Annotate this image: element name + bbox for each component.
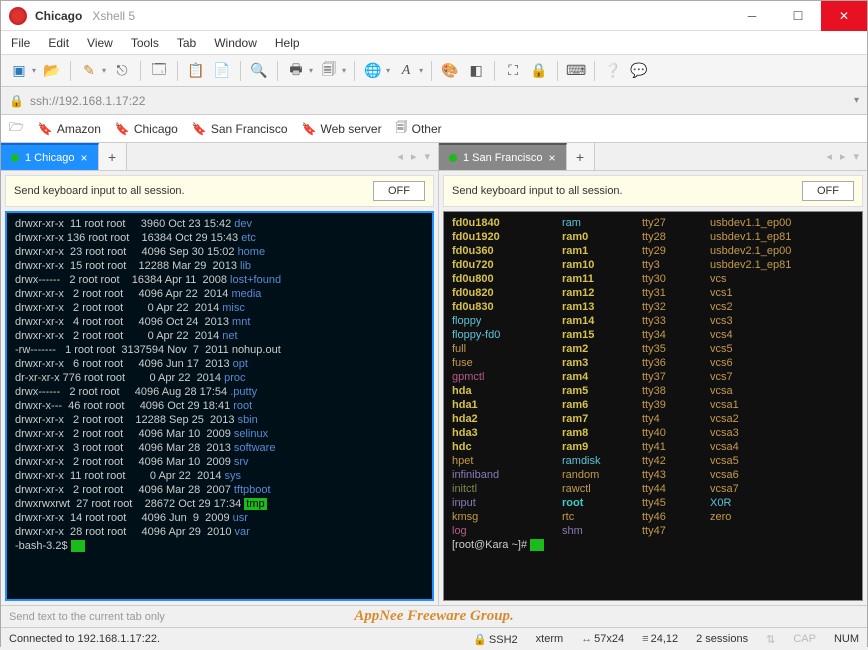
pane-left: 1 Chicago × + ◂ ▸ ▾ Send keyboard input to… <box>1 143 439 605</box>
tab-next-icon[interactable]: ▸ <box>411 150 417 163</box>
paste-icon[interactable]: 📄 <box>212 61 232 81</box>
help-icon[interactable]: ❔ <box>603 61 623 81</box>
status-num: NUM <box>834 633 859 645</box>
reconnect-icon[interactable]: ✎ <box>79 61 99 81</box>
bookmark-amazon[interactable]: 🔖Amazon <box>38 122 101 136</box>
window-subtitle: Xshell 5 <box>92 9 135 23</box>
status-cursor-pos: ≡24,12 <box>642 633 678 645</box>
size-icon: ↔ <box>581 633 592 645</box>
lock-status-icon: 🔒 <box>473 634 487 646</box>
kb-off-button[interactable]: OFF <box>802 181 854 201</box>
tab-san-francisco[interactable]: 1 San Francisco × <box>439 143 567 170</box>
status-protocol: 🔒SSH2 <box>473 633 517 646</box>
copy-icon[interactable]: 📋 <box>186 61 206 81</box>
keyboard-broadcast-bar: Send keyboard input to all session. OFF <box>5 175 434 207</box>
menu-edit[interactable]: Edit <box>48 36 69 50</box>
menu-tab[interactable]: Tab <box>177 36 196 50</box>
toolbar: ▣▾ 📂 ✎▾ ⎋ 🗔 📋 📄 🔍 🖶▾ 🗐▾ 🌐▾ A▾ 🎨 ◧ ⛶ 🔒 ⌨ … <box>1 55 867 87</box>
tab-menu-icon[interactable]: ▾ <box>424 150 430 163</box>
bookmark-san-francisco[interactable]: 🔖San Francisco <box>192 122 288 136</box>
panes-container: 1 Chicago × + ◂ ▸ ▾ Send keyboard input to… <box>1 143 867 605</box>
menu-file[interactable]: File <box>11 36 30 50</box>
globe-icon[interactable]: 🌐 <box>363 61 383 81</box>
cursor-icon: ≡ <box>642 633 648 645</box>
address-input[interactable]: ssh://192.168.1.17:22 <box>30 94 854 108</box>
titlebar: Chicago Xshell 5 ─ ☐ ✕ <box>1 1 867 31</box>
status-size: ↔57x24 <box>581 633 624 645</box>
chat-icon[interactable]: 💬 <box>629 61 649 81</box>
app-logo-icon <box>9 7 27 25</box>
status-connected: Connected to 192.168.1.17:22. <box>9 633 160 645</box>
lock-small-icon: 🔒 <box>9 94 24 108</box>
status-cap: CAP <box>793 633 816 645</box>
bookmark-web-server[interactable]: 🔖Web server <box>302 122 382 136</box>
address-dropdown-icon[interactable]: ▾ <box>854 95 859 106</box>
print-icon[interactable]: 🖶 <box>286 61 306 81</box>
lock-icon[interactable]: 🔒 <box>529 61 549 81</box>
tab-add-button[interactable]: + <box>567 143 595 170</box>
tab-label: 1 San Francisco <box>463 152 542 164</box>
tab-close-icon[interactable]: × <box>548 151 555 165</box>
pane-right: 1 San Francisco × + ◂ ▸ ▾ Send keyboard in… <box>439 143 867 605</box>
kb-text: Send keyboard input to all session. <box>14 185 185 197</box>
send-text-bar[interactable]: Send text to the current tab only AppNee… <box>1 605 867 627</box>
search-icon[interactable]: 🔍 <box>249 61 269 81</box>
fullscreen-icon[interactable]: ⛶ <box>503 61 523 81</box>
tab-next-icon[interactable]: ▸ <box>840 150 846 163</box>
transfer-icon[interactable]: 🗐 <box>319 61 339 81</box>
disconnect-icon[interactable]: ⎋ <box>112 61 132 81</box>
color-icon[interactable]: 🎨 <box>440 61 460 81</box>
kb-text: Send keyboard input to all session. <box>452 185 623 197</box>
tabs-left: 1 Chicago × + ◂ ▸ ▾ <box>1 143 438 171</box>
bookmark-other[interactable]: 🗐Other <box>396 118 442 139</box>
status-arrows-icon: ⇅ <box>766 633 775 646</box>
tab-prev-icon[interactable]: ◂ <box>397 150 403 163</box>
bookmarks-bar: 🗁 🔖Amazon 🔖Chicago 🔖San Francisco 🔖Web s… <box>1 115 867 143</box>
bookmarks-folder-icon[interactable]: 🗁 <box>9 118 24 139</box>
watermark-text: AppNee Freeware Group. <box>354 608 514 625</box>
minimize-button[interactable]: ─ <box>729 1 775 31</box>
tab-chicago[interactable]: 1 Chicago × <box>1 143 99 170</box>
send-text-placeholder: Send text to the current tab only <box>9 611 165 623</box>
menubar: File Edit View Tools Tab Window Help <box>1 31 867 55</box>
tab-label: 1 Chicago <box>25 152 75 164</box>
window-title: Chicago <box>35 9 82 23</box>
new-session-icon[interactable]: ▣ <box>9 61 29 81</box>
tab-menu-icon[interactable]: ▾ <box>853 150 859 163</box>
open-icon[interactable]: 📂 <box>42 61 62 81</box>
tab-prev-icon[interactable]: ◂ <box>826 150 832 163</box>
status-sessions: 2 sessions <box>696 633 748 645</box>
tab-add-button[interactable]: + <box>99 143 127 170</box>
address-bar: 🔒 ssh://192.168.1.17:22 ▾ <box>1 87 867 115</box>
status-term-type: xterm <box>536 633 564 645</box>
kb-off-button[interactable]: OFF <box>373 181 425 201</box>
keyboard-icon[interactable]: ⌨ <box>566 61 586 81</box>
close-button[interactable]: ✕ <box>821 1 867 31</box>
menu-view[interactable]: View <box>87 36 113 50</box>
tabs-right: 1 San Francisco × + ◂ ▸ ▾ <box>439 143 867 171</box>
keyboard-broadcast-bar: Send keyboard input to all session. OFF <box>443 175 863 207</box>
bookmark-chicago[interactable]: 🔖Chicago <box>115 122 178 136</box>
terminal-right[interactable]: fd0u1840ramtty27usbdev1.1_ep00fd0u1920ra… <box>443 211 863 601</box>
maximize-button[interactable]: ☐ <box>775 1 821 31</box>
tab-close-icon[interactable]: × <box>81 151 88 165</box>
status-dot-icon <box>449 154 457 162</box>
status-dot-icon <box>11 154 19 162</box>
font-icon[interactable]: A <box>396 61 416 81</box>
menu-help[interactable]: Help <box>275 36 300 50</box>
menu-window[interactable]: Window <box>214 36 257 50</box>
terminal-left[interactable]: drwxr-xr-x 11 root root 3960 Oct 23 15:4… <box>5 211 434 601</box>
properties-icon[interactable]: 🗔 <box>149 61 169 81</box>
highlight-icon[interactable]: ◧ <box>466 61 486 81</box>
menu-tools[interactable]: Tools <box>131 36 159 50</box>
